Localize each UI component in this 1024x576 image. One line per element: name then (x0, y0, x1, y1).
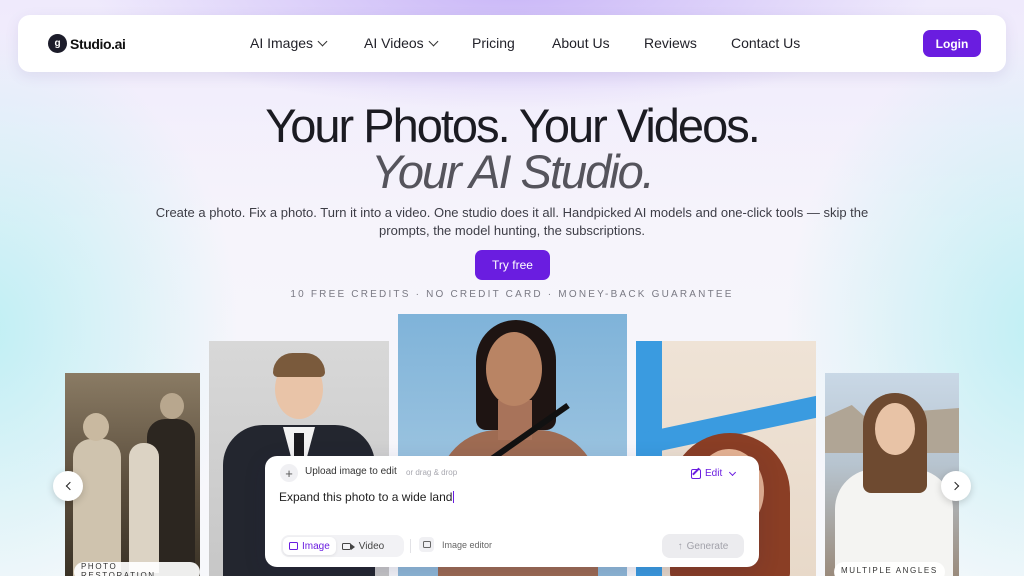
prompt-input[interactable]: Expand this photo to a wide land (279, 490, 739, 504)
photo-face (875, 403, 915, 455)
nav-ai-videos-label: AI Videos (364, 35, 424, 51)
video-icon (341, 542, 355, 550)
nav-reviews[interactable]: Reviews (644, 35, 697, 51)
toolbar-divider (410, 539, 411, 553)
mode-image-label: Image (302, 540, 330, 552)
nav-ai-videos[interactable]: AI Videos (364, 35, 439, 51)
mode-video-label: Video (358, 540, 385, 552)
photo-figure (129, 443, 159, 573)
multiple-angles-badge: MULTIPLE ANGLES (834, 562, 945, 576)
chevron-left-icon (65, 481, 74, 491)
top-navbar: g Studio.ai AI Images AI Videos Pricing … (18, 15, 1006, 72)
logo-text: Studio.ai (70, 35, 126, 52)
image-editor-button[interactable]: Image editor (419, 537, 492, 552)
hero-subtitle: Create a photo. Fix a photo. Turn it int… (155, 205, 869, 238)
nav-about-us-label: About Us (552, 35, 610, 51)
edit-mode-dropdown[interactable]: Edit (691, 468, 737, 479)
prompt-input-value: Expand this photo to a wide land (279, 490, 453, 504)
photo-face (160, 393, 184, 419)
generate-button[interactable]: ↑ Generate (662, 534, 744, 558)
image-editor-label: Image editor (442, 539, 493, 550)
photo-figure (73, 439, 121, 576)
upload-plus-icon[interactable]: + (280, 464, 298, 482)
photo-hair (273, 353, 325, 377)
nav-ai-images[interactable]: AI Images (250, 35, 328, 51)
nav-reviews-label: Reviews (644, 35, 697, 51)
gallery-photo-multiple-angles: MULTIPLE ANGLES (825, 373, 959, 576)
image-icon (289, 542, 298, 550)
nav-ai-images-label: AI Images (250, 35, 314, 51)
chevron-down-icon (428, 36, 439, 46)
nav-about-us[interactable]: About Us (552, 35, 610, 51)
mode-image-tab[interactable]: Image (283, 537, 336, 555)
photo-face (486, 332, 542, 406)
chevron-down-icon (317, 36, 328, 46)
photo-restoration-badge: PHOTO RESTORATION (74, 562, 200, 576)
login-button[interactable]: Login (923, 30, 981, 57)
nav-contact-us-label: Contact Us (731, 35, 801, 51)
logo-icon: g (48, 34, 67, 53)
upload-hint: or drag & drop (406, 468, 458, 477)
prompt-card: + Upload image to edit or drag & drop Ed… (265, 456, 759, 567)
chevron-right-icon (950, 481, 959, 491)
mode-toggle: Image Video (281, 535, 404, 557)
gallery-next-button[interactable] (941, 471, 971, 501)
generate-label: Generate (686, 540, 729, 552)
gallery-photo-restoration: PHOTO RESTORATION (65, 373, 200, 576)
edit-mode-label: Edit (705, 468, 723, 479)
arrow-up-icon: ↑ (677, 540, 683, 552)
image-editor-icon (419, 537, 434, 552)
nav-pricing-label: Pricing (472, 35, 515, 51)
nav-pricing[interactable]: Pricing (472, 35, 515, 51)
brand-logo[interactable]: g Studio.ai (48, 34, 126, 53)
photo-face (83, 413, 109, 441)
text-caret (453, 491, 455, 503)
mode-video-tab[interactable]: Video (336, 537, 390, 555)
try-free-button[interactable]: Try free (475, 250, 550, 280)
credits-note: 10 FREE CREDITS · NO CREDIT CARD · MONEY… (290, 289, 734, 300)
gallery-prev-button[interactable] (53, 471, 83, 501)
edit-icon (691, 468, 701, 479)
hero-title-line2: Your AI Studio. (371, 145, 655, 198)
nav-contact-us[interactable]: Contact Us (731, 35, 800, 51)
chevron-down-icon (729, 468, 737, 476)
upload-image-button[interactable]: Upload image to edit (305, 466, 397, 477)
